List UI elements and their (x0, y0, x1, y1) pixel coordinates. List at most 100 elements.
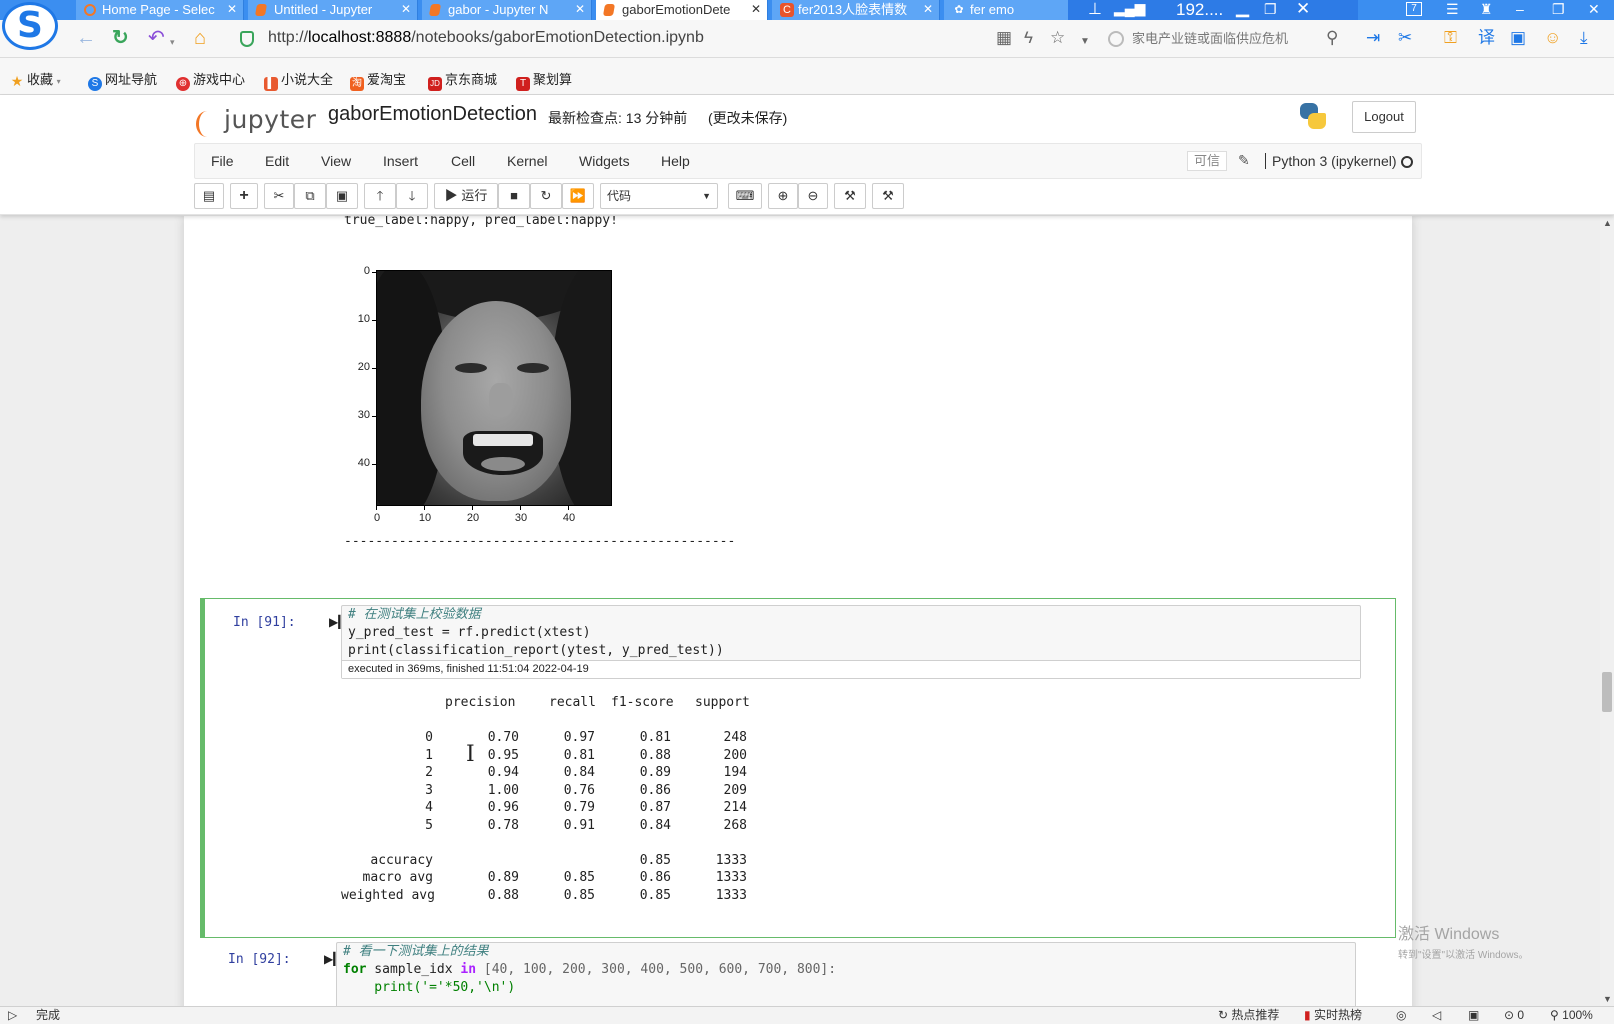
run-button[interactable]: ▶ 运行 (434, 183, 498, 209)
menu-widgets[interactable]: Widgets (579, 153, 630, 169)
chevron-down-icon[interactable]: ▾ (170, 32, 175, 52)
hot-recommend[interactable]: ↻ 热点推荐 (1218, 1007, 1279, 1024)
cell-prompt: In [92]: (228, 952, 291, 967)
move-down-button[interactable]: 🡓 (396, 183, 428, 209)
bookmark-juhuasuan[interactable]: T 聚划算 (516, 69, 572, 91)
lock-icon[interactable]: ▣ (1468, 1007, 1479, 1024)
scroll-up-icon[interactable]: ▲ (1603, 218, 1612, 228)
interrupt-button[interactable]: ■ (498, 183, 530, 209)
code-cell-92[interactable]: In [92]: ▶▎ # 看一下测试集上的结果 for sample_idx … (200, 936, 1396, 1006)
tab-fer2013[interactable]: C fer2013人脸表情数 ✕ (772, 0, 940, 20)
tab-gabor-emotion-detection[interactable]: gaborEmotionDete ✕ (596, 0, 768, 20)
menu-help[interactable]: Help (661, 153, 690, 169)
bookmark-jd[interactable]: JD 京东商城 (428, 69, 497, 91)
undo-close-icon[interactable]: ↶ (148, 28, 165, 48)
tab-home-page[interactable]: Home Page - Selec ✕ (76, 0, 244, 20)
pin-icon[interactable]: ⊥ (1088, 0, 1102, 19)
calendar-icon[interactable]: 7 (1406, 2, 1422, 16)
reload-icon[interactable]: ↻ (112, 28, 129, 48)
shield-status-icon[interactable]: ◎ (1396, 1007, 1406, 1024)
stop-icon: ■ (510, 188, 518, 203)
back-icon[interactable]: ← (76, 28, 96, 48)
pencil-icon[interactable]: ✎ (1238, 152, 1250, 169)
menu-icon[interactable]: ☰ (1446, 0, 1459, 20)
save-button[interactable]: ▤ (194, 183, 224, 209)
search-icon[interactable]: ⚲ (1326, 28, 1338, 48)
key-icon[interactable]: ⚿ (1444, 28, 1457, 48)
bookmark-favorites[interactable]: ★ 收藏 ▾ (10, 69, 61, 88)
bookmark-nav[interactable]: S 网址导航 (88, 69, 157, 91)
kernel-name[interactable]: Python 3 (ipykernel) (1265, 153, 1397, 169)
downloads-indicator[interactable]: ⊙ 0 (1504, 1007, 1524, 1024)
scrollbar-thumb[interactable] (1602, 672, 1612, 712)
notebook-name[interactable]: gaborEmotionDetection (328, 103, 537, 126)
scissors-icon[interactable]: ✂ (1398, 28, 1412, 48)
close-icon[interactable]: ✕ (575, 0, 585, 19)
screen-icon[interactable]: ▣ (1510, 28, 1526, 48)
trusted-indicator[interactable]: 可信 (1187, 151, 1228, 171)
login-icon[interactable]: ⇥ (1366, 28, 1380, 48)
paste-button[interactable]: ▣ (326, 183, 358, 209)
remote-connection-bar: ⊥ ▂▄▆ 192.... ▁ ❐ ✕ (1068, 0, 1358, 20)
close-icon[interactable]: ✕ (401, 0, 411, 19)
browser-logo[interactable]: S (2, 2, 58, 50)
close-icon[interactable]: ✕ (227, 0, 237, 19)
jupyter-icon (428, 4, 442, 16)
gavel-button-2[interactable]: ⚒ (872, 183, 904, 209)
tab-gabor[interactable]: gabor - Jupyter N ✕ (422, 0, 592, 20)
menu-view[interactable]: View (321, 153, 351, 169)
scroll-down-icon[interactable]: ▼ (1603, 994, 1612, 1004)
restart-button[interactable]: ↻ (530, 183, 562, 209)
menu-file[interactable]: File (211, 153, 234, 169)
star-icon[interactable]: ☆ (1050, 28, 1065, 48)
search-box[interactable]: 家电产业链或面临供应危机 (1104, 26, 1344, 52)
close-icon[interactable]: ✕ (923, 0, 933, 19)
cell-type-select[interactable]: 代码 ▼ (600, 183, 718, 209)
minimize-icon[interactable]: – (1516, 0, 1524, 20)
smile-icon[interactable]: ☺ (1544, 28, 1561, 48)
volume-icon[interactable]: ◁ (1432, 1007, 1441, 1024)
jupyter-logo[interactable]: jupyter (196, 105, 316, 137)
restore-icon[interactable]: ❐ (1264, 0, 1277, 19)
code-editor[interactable]: # 在测试集上校验数据 y_pred_test = rf.predict(xte… (341, 605, 1361, 679)
bookmark-novels[interactable]: ▌ 小说大全 (264, 69, 333, 91)
close-icon[interactable]: ✕ (1296, 0, 1310, 18)
command-palette-button[interactable]: ⌨ (728, 183, 762, 209)
restore-icon[interactable]: ❐ (1552, 0, 1565, 20)
menu-cell[interactable]: Cell (451, 153, 475, 169)
move-up-button[interactable]: 🡑 (364, 183, 396, 209)
sidebar-toggle-icon[interactable]: ▷ (8, 1007, 17, 1024)
copy-button[interactable]: ⧉ (294, 183, 326, 209)
code-editor[interactable]: # 看一下测试集上的结果 for sample_idx in [40, 100,… (336, 942, 1356, 1006)
zoom-indicator[interactable]: ⚲ 100% (1550, 1007, 1593, 1024)
code-cell-91[interactable]: In [91]: ▶▎ # 在测试集上校验数据 y_pred_test = rf… (200, 598, 1396, 938)
skin-icon[interactable]: ♜ (1480, 0, 1493, 20)
menu-insert[interactable]: Insert (383, 153, 418, 169)
cut-button[interactable]: ✂ (264, 183, 294, 209)
insert-cell-button[interactable]: + (230, 183, 258, 209)
vertical-scrollbar[interactable]: ▲ ▼ (1600, 216, 1614, 1006)
logout-button[interactable]: Logout (1352, 101, 1416, 133)
notebook-scroll-area[interactable]: true_label:happy, pred_label:happy! 0 10… (0, 216, 1600, 1006)
qr-icon[interactable]: ▦ (996, 28, 1012, 48)
menu-edit[interactable]: Edit (265, 153, 289, 169)
bookmark-games[interactable]: ⊕ 游戏中心 (176, 69, 245, 91)
zoom-out-button[interactable]: ⊖ (798, 183, 828, 209)
translate-icon[interactable]: 译 (1478, 28, 1495, 48)
lightning-icon[interactable]: ϟ (1024, 28, 1033, 48)
menu-kernel[interactable]: Kernel (507, 153, 547, 169)
home-icon[interactable]: ⌂ (194, 28, 206, 48)
close-icon[interactable]: ✕ (751, 0, 761, 19)
download-icon[interactable]: ⤓ (1580, 28, 1588, 48)
tab-untitled[interactable]: Untitled - Jupyter ✕ (248, 0, 418, 20)
restart-run-all-button[interactable]: ⏩ (562, 183, 594, 209)
chevron-down-icon[interactable]: ▼ (1080, 32, 1090, 52)
realtime-hot[interactable]: ▮ 实时热榜 (1304, 1007, 1362, 1024)
zoom-in-button[interactable]: ⊕ (768, 183, 798, 209)
close-icon[interactable]: ✕ (1588, 0, 1600, 20)
url-field[interactable]: http://localhost:8888/notebooks/gaborEmo… (268, 29, 704, 47)
bookmark-taobao[interactable]: 淘爱淘宝 (350, 69, 406, 91)
tab-fer-emotion[interactable]: ✿ fer emo (944, 0, 1074, 20)
gavel-button-1[interactable]: ⚒ (834, 183, 866, 209)
minimize-icon[interactable]: ▁ (1236, 0, 1249, 17)
